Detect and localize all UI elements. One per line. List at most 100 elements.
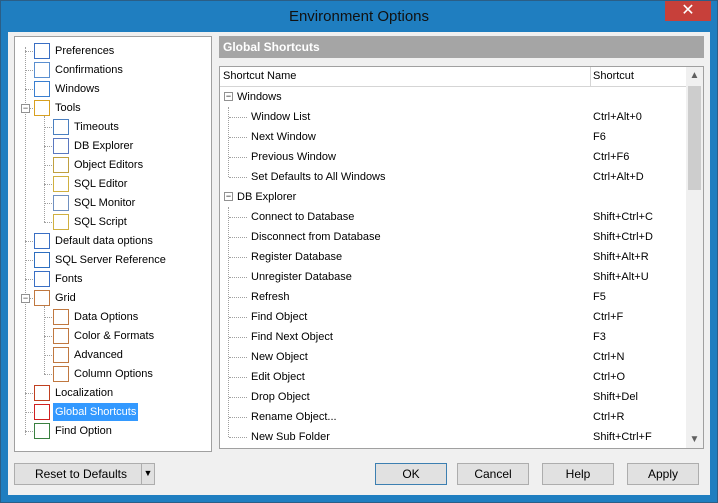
tree-connector [44,184,52,185]
localization-icon [34,385,50,401]
table-row[interactable]: Window List Ctrl+Alt+0 [220,107,687,127]
tree-item-label: Default data options [55,235,153,247]
row-connector [228,107,229,177]
row-connector [229,357,247,358]
options-tree[interactable]: Preferences Confirmations Windows Tools − Tim… [14,36,212,452]
table-row[interactable]: Drop Object Shift+Del [220,387,687,407]
tree-connector [44,336,52,337]
table-row[interactable]: Set Defaults to All Windows Ctrl+Alt+D [220,167,687,187]
shortcut-keys: Ctrl+Alt+0 [593,111,642,123]
grid-icon [53,309,69,325]
reset-to-defaults-button[interactable]: Reset to Defaults [14,463,148,485]
tree-connector [25,412,33,413]
column-header-shortcut[interactable]: Shortcut [593,70,634,82]
scroll-up-icon[interactable]: ▲ [686,67,703,84]
collapse-icon[interactable]: − [21,104,30,113]
client-area: Preferences Confirmations Windows Tools − Tim… [8,32,710,495]
table-row[interactable]: Edit Object Ctrl+O [220,367,687,387]
ok-button[interactable]: OK [375,463,447,485]
tree-connector [44,203,52,204]
shortcut-keys: Ctrl+N [593,351,625,363]
tree-connector [44,317,52,318]
collapse-icon[interactable]: − [224,92,233,101]
row-connector [229,437,247,438]
row-connector [229,177,247,178]
shortcut-keys: Ctrl+R [593,411,625,423]
shortcut-keys: Shift+Del [593,391,638,403]
reset-dropdown-arrow-icon[interactable]: ▼ [141,463,155,485]
tools-icon [34,100,50,116]
column-separator[interactable] [590,67,591,86]
table-row[interactable]: Register Database Shift+Alt+R [220,247,687,267]
default-data-options-icon [34,233,50,249]
tree-connector [25,89,33,90]
shortcut-keys: Ctrl+F [593,311,624,323]
table-row[interactable]: Previous Window Ctrl+F6 [220,147,687,167]
column-header-shortcut-name[interactable]: Shortcut Name [223,70,296,82]
tree-connector [25,431,33,432]
table-row[interactable]: Find Object Ctrl+F [220,307,687,327]
cancel-button[interactable]: Cancel [457,463,529,485]
tree-connector [44,116,45,222]
tree-connector [25,279,33,280]
tree-connector [44,165,52,166]
row-connector [228,207,229,437]
help-button[interactable]: Help [542,463,614,485]
shortcut-keys: Ctrl+Alt+D [593,171,644,183]
shortcut-keys: Ctrl+O [593,371,626,383]
vertical-scrollbar[interactable]: ▲ ▼ [686,67,703,448]
shortcut-name: Window List [251,111,311,123]
shortcut-keys: F3 [593,331,606,343]
tree-connector [25,260,33,261]
table-row[interactable]: Find Next Object F3 [220,327,687,347]
scrollbar-thumb[interactable] [688,86,701,190]
group-row-windows[interactable]: − Windows [220,87,687,107]
tree-connector [44,355,52,356]
shortcut-name: Edit Object [251,371,305,383]
shortcut-keys: Shift+Ctrl+C [593,211,653,223]
tree-item-label: SQL Monitor [74,197,136,209]
row-connector [229,157,247,158]
tree-item-label: Confirmations [55,64,123,76]
group-row-db-explorer[interactable]: − DB Explorer [220,187,687,207]
shortcuts-icon [34,404,50,420]
windows-icon [34,81,50,97]
collapse-icon[interactable]: − [224,192,233,201]
table-row[interactable]: Rename Object... Ctrl+R [220,407,687,427]
shortcut-name: New Object [251,351,308,363]
table-row[interactable]: Disconnect from Database Shift+Ctrl+D [220,227,687,247]
tree-item-label: Preferences [55,45,115,57]
title-bar[interactable]: Environment Options ✕ [1,1,717,32]
row-connector [229,317,247,318]
preferences-icon [34,43,50,59]
tree-connector [44,374,52,375]
shortcuts-grid[interactable]: Shortcut Name Shortcut − Windows Window Li… [219,66,704,449]
close-button[interactable]: ✕ [665,1,711,21]
shortcut-name: New Sub Folder [251,431,330,443]
row-connector [229,257,247,258]
table-row[interactable]: Connect to Database Shift+Ctrl+C [220,207,687,227]
table-row[interactable]: Unregister Database Shift+Alt+U [220,267,687,287]
table-row[interactable]: Refresh F5 [220,287,687,307]
shortcut-name: Disconnect from Database [251,231,381,243]
tree-item-label: DB Explorer [74,140,134,152]
shortcut-keys: Shift+Alt+R [593,251,649,263]
table-row[interactable]: New Object Ctrl+N [220,347,687,367]
sql-monitor-icon [53,195,69,211]
table-row[interactable]: New Sub Folder Shift+Ctrl+F [220,427,687,447]
tree-item-label: Column Options [74,368,153,380]
sql-editor-icon [53,176,69,192]
row-connector [229,137,247,138]
sql-script-icon [53,214,69,230]
collapse-icon[interactable]: − [21,294,30,303]
group-name: Windows [237,91,282,103]
tree-item-label: Windows [55,83,100,95]
fonts-icon [34,271,50,287]
shortcut-name: Register Database [251,251,343,263]
shortcut-name: Find Object [251,311,308,323]
scroll-down-icon[interactable]: ▼ [686,431,703,448]
apply-button[interactable]: Apply [627,463,699,485]
table-row[interactable]: Next Window F6 [220,127,687,147]
reset-label: Reset to Defaults [34,467,128,481]
environment-options-window: Environment Options ✕ Preferences Confirm… [0,0,718,503]
